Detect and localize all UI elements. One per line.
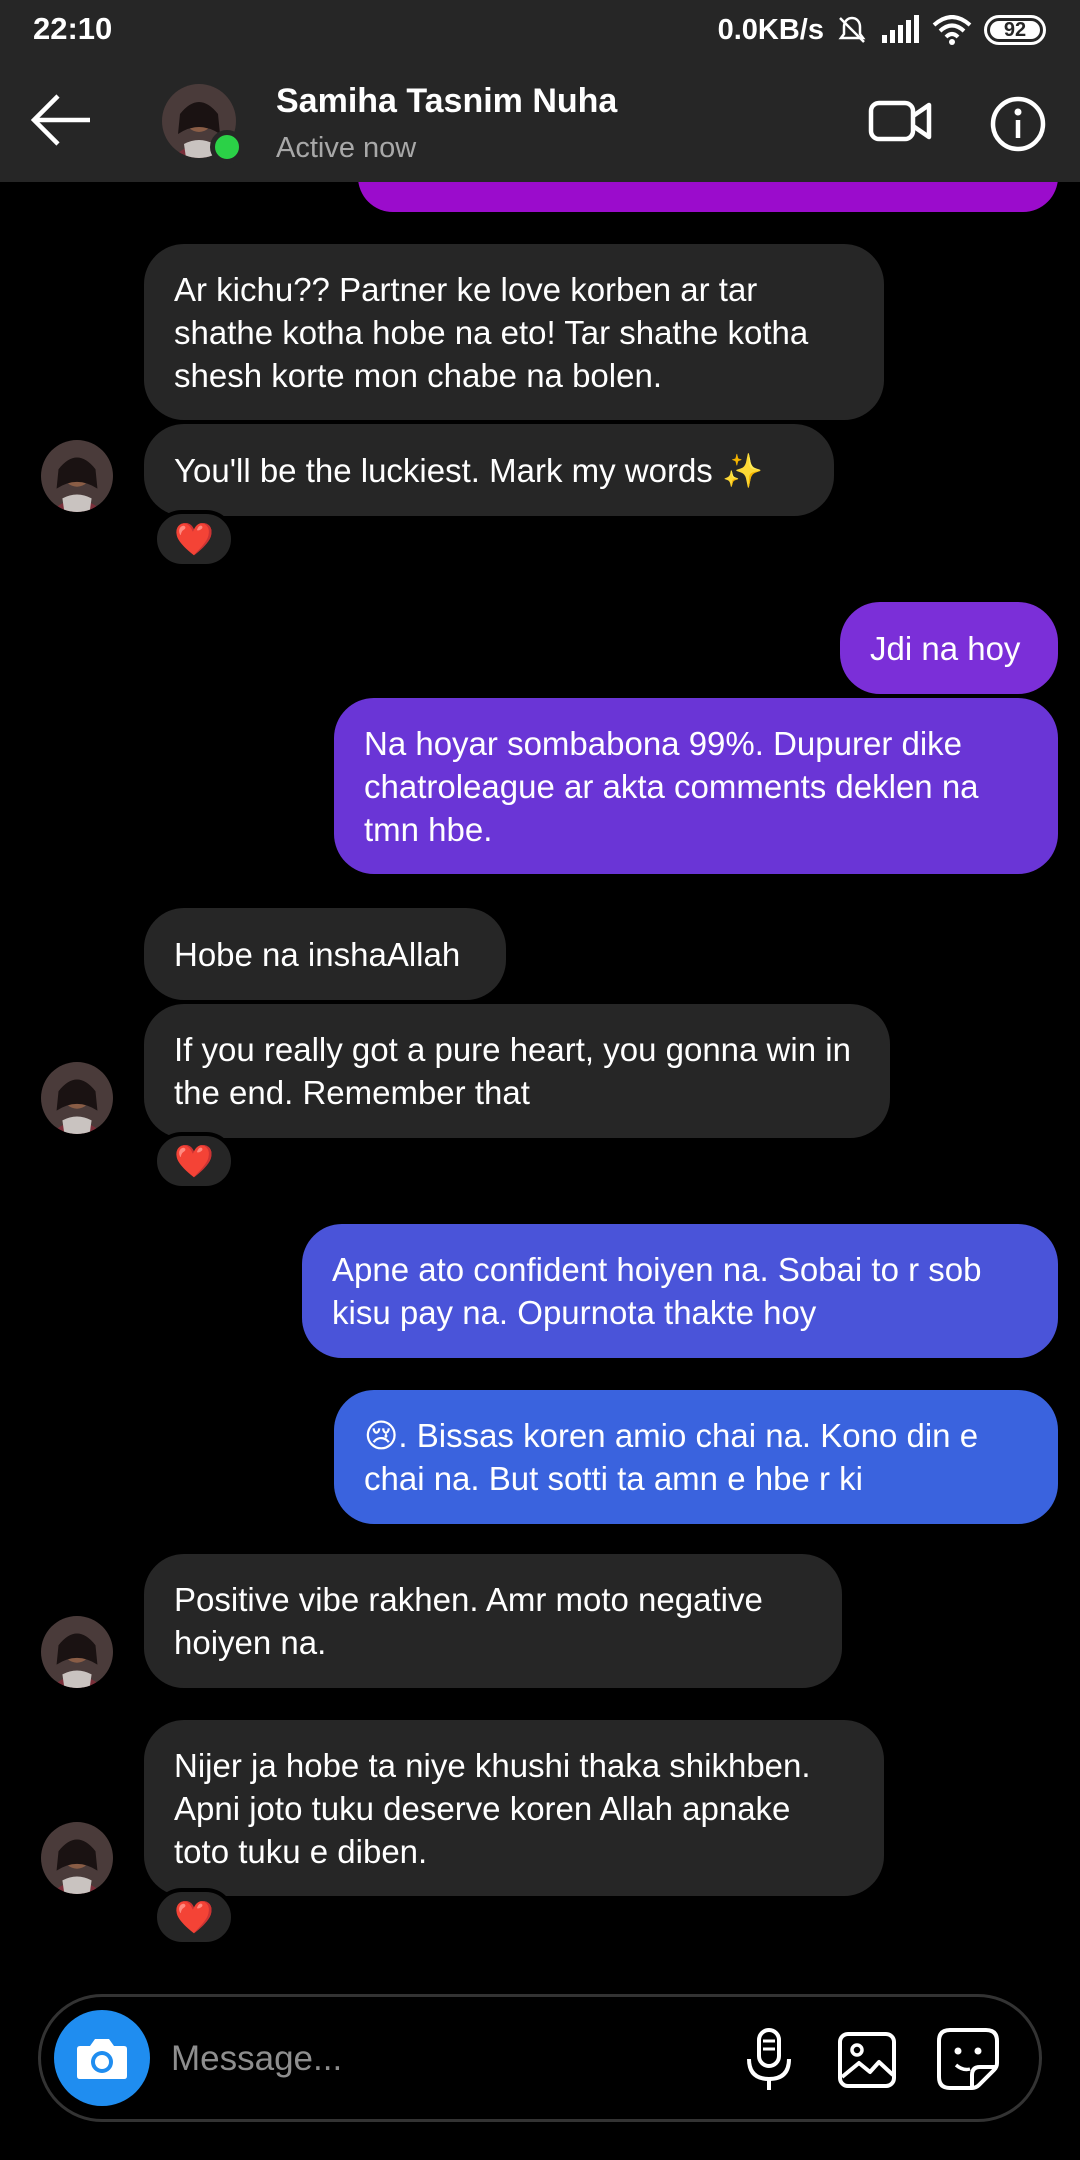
sender-avatar[interactable] xyxy=(41,1062,113,1134)
camera-button[interactable] xyxy=(54,2010,150,2106)
incoming-message[interactable]: Positive vibe rakhen. Amr moto negative … xyxy=(144,1554,842,1688)
heart-reaction[interactable]: ❤️ xyxy=(153,1888,235,1946)
clock: 22:10 xyxy=(33,11,113,46)
heart-reaction[interactable]: ❤️ xyxy=(153,510,235,568)
signal-icon xyxy=(882,15,919,43)
incoming-message[interactable]: If you really got a pure heart, you gonn… xyxy=(144,1004,890,1138)
gallery-icon[interactable] xyxy=(837,2031,897,2089)
info-icon[interactable] xyxy=(990,96,1046,152)
outgoing-message-partial[interactable] xyxy=(358,182,1058,212)
video-call-icon[interactable] xyxy=(868,96,932,146)
back-arrow-icon[interactable] xyxy=(30,92,92,148)
message-list[interactable]: Ar kichu?? Partner ke love korben ar tar… xyxy=(0,182,1080,1982)
message-composer xyxy=(38,1994,1042,2122)
outgoing-message[interactable]: 😢. Bissas koren amio chai na. Kono din e… xyxy=(334,1390,1058,1524)
message-input[interactable] xyxy=(171,2031,721,2087)
online-indicator xyxy=(210,130,244,164)
incoming-message[interactable]: Hobe na inshaAllah xyxy=(144,908,506,1000)
outgoing-message[interactable]: Jdi na hoy xyxy=(840,602,1058,694)
chat-header: Samiha Tasnim Nuha Active now xyxy=(0,60,1080,182)
contact-avatar[interactable] xyxy=(162,84,244,164)
contact-name[interactable]: Samiha Tasnim Nuha xyxy=(276,82,617,121)
wifi-icon xyxy=(932,15,972,45)
sender-avatar[interactable] xyxy=(41,1616,113,1688)
status-bar: 22:10 0.0KB/s 92 xyxy=(0,0,1080,60)
mute-bell-icon xyxy=(838,16,866,43)
microphone-icon[interactable] xyxy=(741,2027,797,2093)
outgoing-message[interactable]: Na hoyar sombabona 99%. Dupurer dike cha… xyxy=(334,698,1058,874)
incoming-message[interactable]: Ar kichu?? Partner ke love korben ar tar… xyxy=(144,244,884,420)
sticker-icon[interactable] xyxy=(936,2027,1000,2091)
network-speed: 0.0KB/s xyxy=(717,13,824,46)
heart-reaction[interactable]: ❤️ xyxy=(153,1132,235,1190)
status-icons: 0.0KB/s 92 xyxy=(718,10,1046,50)
battery-indicator: 92 xyxy=(984,15,1046,45)
incoming-message[interactable]: Nijer ja hobe ta niye khushi thaka shikh… xyxy=(144,1720,884,1896)
active-status: Active now xyxy=(276,132,417,164)
sender-avatar[interactable] xyxy=(41,1822,113,1894)
outgoing-message[interactable]: Apne ato confident hoiyen na. Sobai to r… xyxy=(302,1224,1058,1358)
incoming-message[interactable]: You'll be the luckiest. Mark my words ✨ xyxy=(144,424,834,516)
sender-avatar[interactable] xyxy=(41,440,113,512)
camera-icon xyxy=(77,2039,127,2079)
